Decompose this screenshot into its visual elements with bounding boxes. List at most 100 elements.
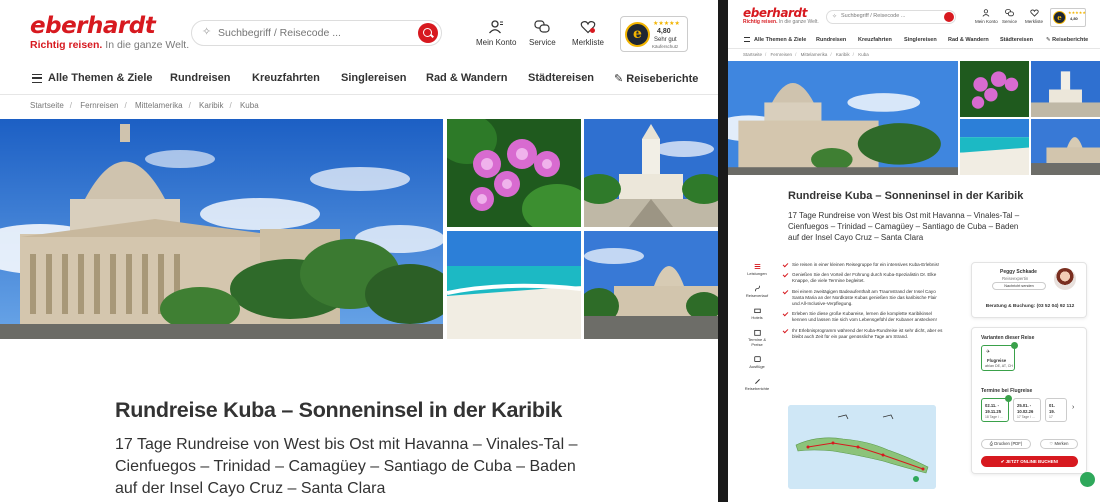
nav-item[interactable]: Rad & Wandern <box>426 72 508 84</box>
list-item: Genießen Sie den Vorteil der Führung dur… <box>783 272 943 284</box>
route-icon <box>754 285 760 292</box>
gallery-main-image-small[interactable] <box>728 61 958 175</box>
breadcrumb-item[interactable]: Startseite <box>743 52 762 57</box>
breadcrumb-item[interactable]: Kuba <box>240 101 259 110</box>
date-option[interactable]: 02.11. -19.11.25 18 Tage / ... <box>981 398 1009 422</box>
capitol-photo <box>0 119 443 339</box>
check-icon <box>1011 342 1018 349</box>
desktop-view: eberhardt Richtig reisen. In die ganze W… <box>0 0 718 502</box>
nav-item[interactable]: Singlereisen <box>904 37 937 43</box>
list-item: Bei einem zweitägigen Badeaufenthalt am … <box>783 289 943 308</box>
account-link[interactable]: Mein Konto <box>476 20 516 47</box>
menu-icon[interactable] <box>744 37 750 42</box>
bed-icon <box>753 308 761 314</box>
sidebar-item-reports[interactable]: Reiseberichte <box>742 378 772 391</box>
book-online-button[interactable]: ✔ JETZT ONLINE BUCHEN! <box>981 456 1078 467</box>
nav-item[interactable]: Kreuzfahrten <box>858 37 892 43</box>
sidebar-item-dates[interactable]: Termine & Preise <box>742 329 772 347</box>
list-icon <box>754 263 760 270</box>
gallery-thumb-orchids-small[interactable] <box>960 61 1029 117</box>
breadcrumb-item[interactable]: Mittelamerika <box>135 101 183 110</box>
sidebar-item-itinerary[interactable]: Reiseverlauf <box>742 285 772 298</box>
nav-item[interactable]: Rundreisen <box>816 37 846 43</box>
gallery-thumb-street-small[interactable] <box>1031 119 1100 175</box>
nav-item[interactable]: Kreuzfahrten <box>252 72 320 84</box>
site-header-small: eberhardt Richtig reisen. In die ganze W… <box>728 0 1100 32</box>
variant-option-flight[interactable]: ✈ Flugreise ab/an DE, AT, CH <box>981 345 1015 371</box>
gallery-thumb-beach[interactable] <box>447 231 581 339</box>
date-option[interactable]: 25.01. -10.02.26 17 Tage / ... <box>1013 398 1041 422</box>
nav-item[interactable]: Singlereisen <box>341 72 406 84</box>
search-bar-small[interactable]: ✧ Suchbegriff / Reisecode ... <box>826 10 956 24</box>
sidebar-item-services[interactable]: Leistungen <box>742 263 772 276</box>
remember-button[interactable]: ♡ Merken <box>1040 439 1078 449</box>
contact-phone[interactable]: Beratung & Buchung: (03 52 04) 92 112 <box>972 304 1088 309</box>
breadcrumb-item[interactable]: Fernreisen <box>80 101 118 110</box>
nav-item[interactable]: Städtereisen <box>528 72 594 84</box>
list-item: Ihr Erlebnisprogramm während der Kuba-Ru… <box>783 328 943 340</box>
print-pdf-button[interactable]: ⎙ Drucken (PDF) <box>981 439 1031 449</box>
contact-name: Peggy Schkade <box>1000 269 1037 275</box>
sparkle-icon: ✧ <box>832 14 838 20</box>
rating-stars: ★★★★★ <box>653 21 680 27</box>
logo-wordmark-small[interactable]: eberhardt <box>743 6 807 20</box>
list-item: Sie reisen in einer kleinen Reisegruppe … <box>783 262 943 268</box>
date-option[interactable]: 01. 19. 17 <box>1045 398 1067 422</box>
gallery-thumb-street[interactable] <box>584 231 718 339</box>
nav-item[interactable]: Rad & Wandern <box>948 37 989 43</box>
nav-all-topics[interactable]: Alle Themen & Ziele <box>48 72 153 84</box>
variant-detail: ab/an DE, AT, CH <box>985 364 1013 368</box>
breadcrumb-item[interactable]: Startseite <box>30 101 64 110</box>
sidebar-item-hotels[interactable]: Hotels <box>742 307 772 320</box>
orchid-photo <box>447 119 581 227</box>
breadcrumb-item[interactable]: Karibik <box>199 101 223 110</box>
trust-badge[interactable]: e ★★★★★ 4,80 Sehr gut Käuferschutz <box>620 16 688 52</box>
trust-badge-small[interactable]: e ★★★★★ 4,80 <box>1050 8 1086 27</box>
nav-all-topics[interactable]: Alle Themen & Ziele <box>754 37 806 43</box>
help-fab-button[interactable] <box>1080 472 1095 487</box>
nav-reports[interactable]: ✎ Reiseberichte <box>1046 37 1088 43</box>
calendar-icon <box>753 329 761 336</box>
logo-wordmark: eberhardt <box>30 13 156 39</box>
breadcrumb-item[interactable]: Mittelamerika <box>801 52 828 57</box>
wishlist-link[interactable]: Merkliste <box>572 20 604 47</box>
breadcrumb-item[interactable]: Karibik <box>836 52 850 57</box>
heart-icon <box>580 21 596 34</box>
gallery-thumb-orchids[interactable] <box>447 119 581 227</box>
main-nav-small: Alle Themen & Ziele Rundreisen Kreuzfahr… <box>728 32 1100 49</box>
service-link-small[interactable]: Service <box>1002 9 1017 24</box>
sidebar-item-excursions[interactable]: Ausflüge <box>742 356 772 369</box>
trust-seal-icon: e <box>1053 11 1066 24</box>
site-header: eberhardt Richtig reisen. In die ganze W… <box>0 0 718 64</box>
user-icon <box>489 20 504 34</box>
menu-icon[interactable] <box>32 74 42 83</box>
breadcrumb-item[interactable]: Fernreisen <box>771 52 793 57</box>
gallery-thumb-church[interactable] <box>584 119 718 227</box>
nav-item[interactable]: Rundreisen <box>170 72 231 84</box>
search-input[interactable] <box>218 25 408 41</box>
beach-photo <box>447 231 581 339</box>
cuba-map-image <box>788 405 936 489</box>
breadcrumb-item[interactable]: Kuba <box>858 52 869 57</box>
contact-role: Reiseexpertin <box>1002 276 1029 281</box>
gallery-thumb-beach-small[interactable] <box>960 119 1029 175</box>
chevron-right-icon[interactable]: › <box>1072 404 1074 411</box>
send-message-button[interactable]: Nachricht senden <box>992 282 1046 290</box>
brand-logo[interactable]: eberhardt Richtig reisen. In die ganze W… <box>30 14 189 51</box>
search-button-small[interactable] <box>944 12 954 22</box>
page-title: Rundreise Kuba – Sonneninsel in der Kari… <box>115 398 563 422</box>
rating-score-small: 4,80 <box>1070 16 1078 21</box>
church-photo <box>1031 61 1100 117</box>
gallery-thumb-church-small[interactable] <box>1031 61 1100 117</box>
street-photo <box>1031 119 1100 175</box>
service-link[interactable]: Service <box>529 20 556 47</box>
wishlist-link-small[interactable]: Merkliste <box>1025 9 1043 24</box>
nav-reports[interactable]: ✎ Reiseberichte <box>614 72 698 85</box>
nav-item[interactable]: Städtereisen <box>1000 37 1033 43</box>
church-photo <box>584 119 718 227</box>
gallery-main-image[interactable] <box>0 119 443 339</box>
zoomed-out-view: eberhardt Richtig reisen. In die ganze W… <box>728 0 1100 502</box>
route-map[interactable] <box>788 405 936 489</box>
search-button[interactable] <box>418 23 438 43</box>
account-link-small[interactable]: Mein Konto <box>975 9 998 24</box>
